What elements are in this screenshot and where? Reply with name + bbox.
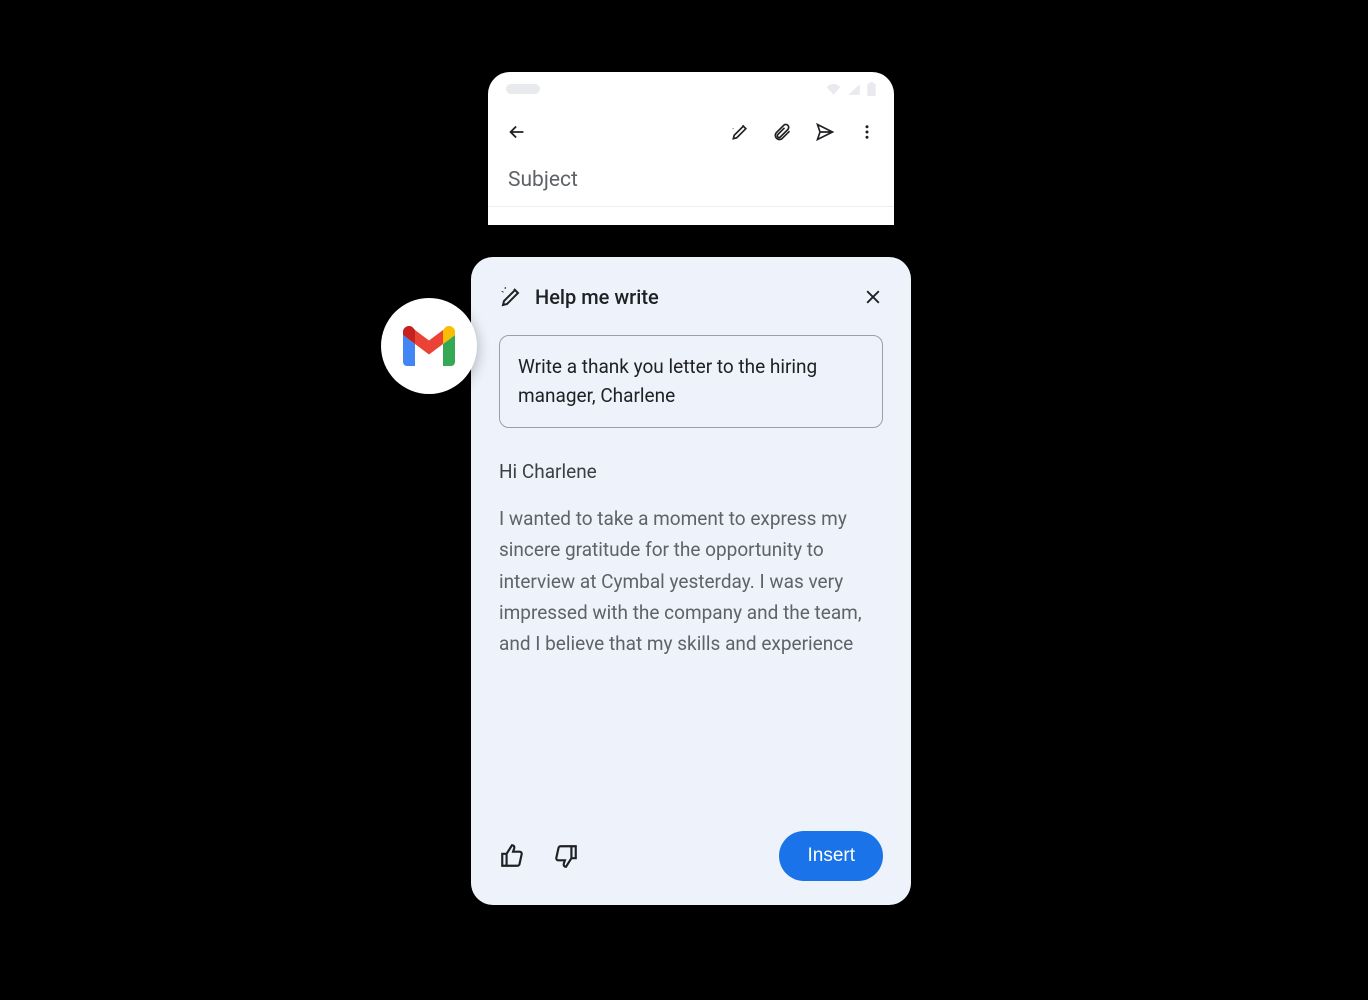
- compose-app-bar: [488, 106, 894, 158]
- fade-overlay: [499, 743, 883, 813]
- insert-button[interactable]: Insert: [779, 831, 883, 881]
- more-button[interactable]: [858, 123, 876, 141]
- hmw-title: Help me write: [535, 285, 851, 309]
- camera-cutout: [506, 84, 540, 94]
- signal-icon: [847, 83, 861, 95]
- magic-pencil-icon: [499, 285, 523, 309]
- thumbs-up-icon: [499, 843, 525, 869]
- thumbs-down-icon: [553, 843, 579, 869]
- attach-button[interactable]: [772, 122, 792, 142]
- close-icon: [863, 287, 883, 307]
- hmw-footer: Insert: [499, 813, 883, 881]
- thumbs-up-button[interactable]: [499, 843, 525, 869]
- gmail-icon: [402, 326, 456, 366]
- compose-body-area[interactable]: [488, 207, 894, 225]
- gmail-badge: [381, 298, 477, 394]
- prompt-input[interactable]: Write a thank you letter to the hiring m…: [499, 335, 883, 428]
- send-button[interactable]: [814, 122, 836, 142]
- generated-content: Hi Charlene I wanted to take a moment to…: [499, 460, 883, 813]
- subject-field[interactable]: Subject: [488, 158, 894, 207]
- magic-write-button[interactable]: [730, 122, 750, 142]
- back-icon: [506, 121, 528, 143]
- close-button[interactable]: [863, 287, 883, 307]
- battery-icon: [867, 82, 876, 96]
- feedback-buttons: [499, 843, 579, 869]
- help-me-write-card: Help me write Write a thank you letter t…: [471, 257, 911, 905]
- generated-body: I wanted to take a moment to express my …: [499, 503, 883, 660]
- thumbs-down-button[interactable]: [553, 843, 579, 869]
- generated-greeting: Hi Charlene: [499, 460, 883, 483]
- attachment-icon: [772, 122, 792, 142]
- status-icons: [826, 82, 876, 96]
- more-vert-icon: [858, 123, 876, 141]
- subject-placeholder: Subject: [508, 168, 578, 192]
- status-bar: [488, 72, 894, 106]
- wifi-icon: [826, 83, 841, 95]
- back-button[interactable]: [506, 121, 528, 143]
- send-icon: [814, 122, 836, 142]
- hmw-header: Help me write: [499, 285, 883, 309]
- phone-compose-frame: Subject: [488, 72, 894, 225]
- magic-pencil-icon: [730, 122, 750, 142]
